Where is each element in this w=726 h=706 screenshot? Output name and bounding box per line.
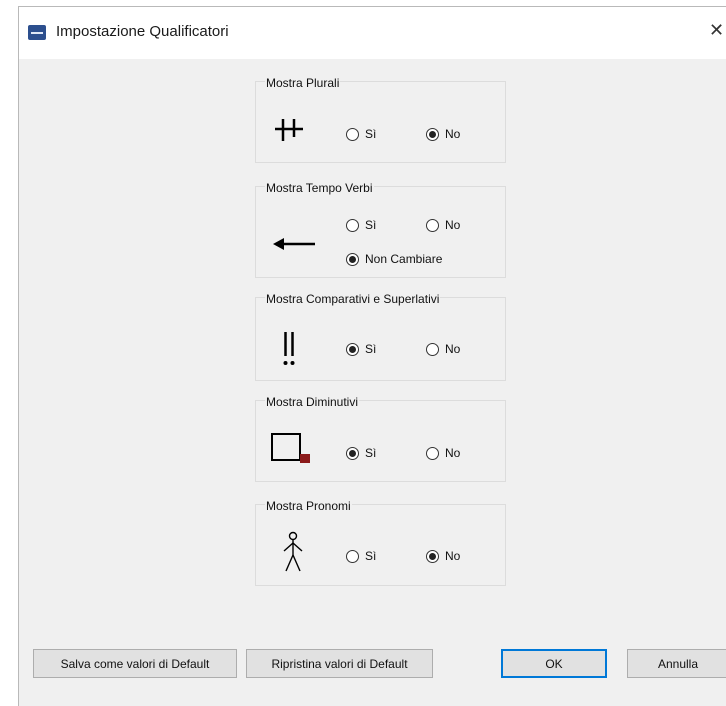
restore-default-button[interactable]: Ripristina valori di Default bbox=[246, 649, 433, 678]
ok-button[interactable]: OK bbox=[501, 649, 607, 678]
radio-circle[interactable] bbox=[346, 549, 359, 563]
small-square-icon bbox=[271, 433, 310, 463]
radio-plurali-no[interactable]: No bbox=[426, 127, 460, 141]
radio-diminutivi-no[interactable]: No bbox=[426, 446, 460, 460]
radio-circle[interactable] bbox=[426, 218, 439, 232]
radio-circle[interactable] bbox=[426, 127, 439, 141]
radio-diminutivi-si[interactable]: Sì bbox=[346, 446, 376, 460]
group-title-diminutivi: Mostra Diminutivi bbox=[265, 395, 360, 409]
radio-tempo-non-cambiare[interactable]: Non Cambiare bbox=[346, 252, 442, 266]
radio-tempo-no[interactable]: No bbox=[426, 218, 460, 232]
radio-label: Sì bbox=[365, 127, 377, 141]
radio-label: Sì bbox=[365, 342, 377, 356]
title-bar: Impostazione Qualificatori ✕ bbox=[19, 7, 726, 59]
radio-circle[interactable] bbox=[346, 252, 359, 266]
radio-tempo-si[interactable]: Sì bbox=[346, 218, 376, 232]
group-title-tempo: Mostra Tempo Verbi bbox=[265, 181, 374, 195]
radio-label: No bbox=[445, 446, 461, 460]
radio-circle[interactable] bbox=[346, 342, 359, 356]
radio-label: Sì bbox=[365, 218, 377, 232]
group-comparativi: Mostra Comparativi e Superlativi Sì No bbox=[255, 292, 506, 381]
group-title-comparativi: Mostra Comparativi e Superlativi bbox=[265, 292, 441, 306]
radio-label: No bbox=[445, 127, 461, 141]
radio-pronomi-no[interactable]: No bbox=[426, 549, 460, 563]
radio-label: No bbox=[445, 218, 461, 232]
radio-label: No bbox=[445, 549, 461, 563]
group-pronomi: Mostra Pronomi Sì No bbox=[255, 499, 506, 586]
dialog-window: Impostazione Qualificatori ✕ Mostra Plur… bbox=[18, 6, 726, 706]
radio-circle[interactable] bbox=[426, 446, 439, 460]
radio-label: Sì bbox=[365, 549, 377, 563]
close-button[interactable]: ✕ bbox=[709, 20, 724, 41]
plural-cross-icon bbox=[275, 119, 303, 141]
app-icon bbox=[28, 25, 46, 40]
window-title: Impostazione Qualificatori bbox=[56, 23, 229, 40]
radio-circle[interactable] bbox=[426, 549, 439, 563]
person-icon bbox=[283, 531, 303, 572]
group-plurali: Mostra Plurali Sì No bbox=[255, 76, 506, 163]
radio-comparativi-si[interactable]: Sì bbox=[346, 342, 376, 356]
left-arrow-icon bbox=[273, 238, 315, 250]
group-tempo-verbi: Mostra Tempo Verbi Sì No Non Cambiare bbox=[255, 181, 506, 278]
radio-comparativi-no[interactable]: No bbox=[426, 342, 460, 356]
radio-circle[interactable] bbox=[346, 127, 359, 141]
radio-circle[interactable] bbox=[346, 446, 359, 460]
radio-circle[interactable] bbox=[426, 342, 439, 356]
group-diminutivi: Mostra Diminutivi Sì No bbox=[255, 395, 506, 482]
radio-label: Sì bbox=[365, 446, 377, 460]
double-exclamation-icon bbox=[283, 332, 295, 365]
radio-pronomi-si[interactable]: Sì bbox=[346, 549, 376, 563]
group-title-pronomi: Mostra Pronomi bbox=[265, 499, 352, 513]
cancel-button[interactable]: Annulla bbox=[627, 649, 726, 678]
radio-plurali-si[interactable]: Sì bbox=[346, 127, 376, 141]
radio-circle[interactable] bbox=[346, 218, 359, 232]
radio-label: Non Cambiare bbox=[365, 252, 443, 266]
save-default-button[interactable]: Salva come valori di Default bbox=[33, 649, 237, 678]
radio-label: No bbox=[445, 342, 461, 356]
group-title-plurali: Mostra Plurali bbox=[265, 76, 341, 90]
